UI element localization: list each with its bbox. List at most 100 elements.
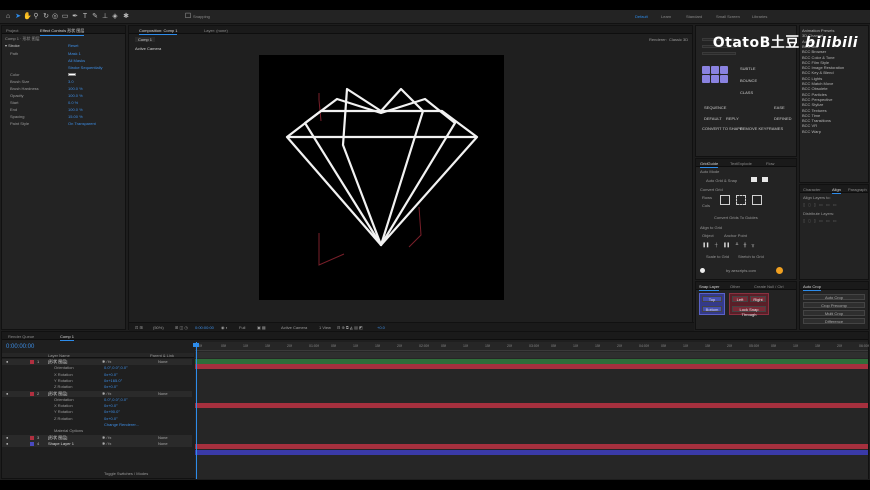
- camera-tool-icon[interactable]: ◎: [51, 13, 59, 21]
- property-value[interactable]: 0x+165.0°: [104, 378, 122, 384]
- align-icons-row[interactable]: ▯ ▯ ▯ ▭ ▭ ▭: [803, 202, 838, 207]
- effect-property-value[interactable]: 100.0 %: [68, 93, 83, 98]
- layer-label-color[interactable]: [30, 391, 34, 396]
- layer-switches-icon[interactable]: ✱ ⁄ fx: [102, 441, 111, 447]
- hand-tool-icon[interactable]: ✋: [23, 13, 32, 21]
- tab-layer[interactable]: Layer: (none): [204, 28, 228, 33]
- effect-property-row[interactable]: Brush Size 3.0: [10, 79, 120, 84]
- snapping-checkbox-icon[interactable]: ☐: [184, 13, 192, 21]
- layer-switches-icon[interactable]: ✱ ⁄ fx: [102, 391, 111, 397]
- tab-auto-crop[interactable]: Auto Crop: [803, 284, 822, 291]
- eye-icon[interactable]: ●: [6, 391, 8, 397]
- layer-row[interactable]: ● 4 Shape Layer 1 ✱ ⁄ fx None: [2, 440, 192, 447]
- layer-name[interactable]: [形状 图层]: [48, 391, 67, 397]
- effects-list-item[interactable]: BCC Film Style: [802, 60, 829, 65]
- effect-property-row[interactable]: Start 0.0 %: [10, 100, 120, 105]
- tab-composition[interactable]: Composition: Comp 1: [139, 28, 178, 35]
- effect-property-row[interactable]: Brush Hardness 100.0 %: [10, 86, 120, 91]
- tab-snap-layer[interactable]: Snap Layer: [699, 284, 720, 291]
- tab-gridguide[interactable]: GridGuide: [700, 161, 719, 168]
- effect-property-row[interactable]: Stroke Sequentially: [10, 65, 120, 70]
- effect-property-row[interactable]: All Masks: [10, 58, 120, 63]
- eraser-tool-icon[interactable]: ◈: [111, 13, 119, 21]
- effect-property-value[interactable]: 100.0 %: [68, 107, 83, 112]
- effects-list-item[interactable]: BCC Key & Blend: [802, 70, 834, 75]
- distribute-icons-row[interactable]: ▯ ▯ ▯ ▭ ▭ ▭: [803, 218, 838, 223]
- layer-property-row[interactable]: Y Rotation 0x+90.0°: [2, 409, 192, 415]
- comp-viewer-canvas[interactable]: [259, 55, 504, 300]
- comp-subtab[interactable]: Comp 1: [135, 37, 156, 42]
- pen-tool-icon[interactable]: ✒: [71, 13, 79, 21]
- property-value[interactable]: Change Renderer...: [104, 422, 139, 428]
- effect-property-row[interactable]: Path Mask 1: [10, 51, 120, 56]
- layer-track-bar[interactable]: [195, 444, 868, 449]
- effects-list-item[interactable]: BCC Warp: [802, 129, 821, 134]
- tab-render-queue[interactable]: Render Queue: [8, 334, 34, 339]
- multi-crop-button[interactable]: Multi Crop: [803, 310, 865, 316]
- tab-character[interactable]: Character: [803, 187, 821, 192]
- tab-other[interactable]: Other: [730, 284, 740, 289]
- object-radio[interactable]: Object: [702, 233, 714, 238]
- property-value[interactable]: 0x+90.0°: [104, 409, 120, 415]
- tab-paragraph[interactable]: Paragraph: [848, 187, 867, 192]
- camera-select[interactable]: Active Camera: [281, 325, 307, 330]
- effect-property-row[interactable]: Spacing 15.00 %: [10, 114, 120, 119]
- magnification-icon[interactable]: ⊡ ⊞: [135, 325, 143, 330]
- effect-property-row[interactable]: Opacity 100.0 %: [10, 93, 120, 98]
- snap-bottom-button[interactable]: Bottom: [702, 306, 722, 312]
- layer-row[interactable]: ● 1 [形状 图层] ✱ ⁄ fx None: [2, 359, 192, 365]
- property-value[interactable]: 0x+0.0°: [104, 416, 118, 422]
- transparency-icon[interactable]: ▣ ▦: [257, 325, 266, 330]
- tab-comp-1-timeline[interactable]: Comp 1: [60, 334, 75, 341]
- zoom-level[interactable]: (50%): [153, 325, 164, 330]
- eye-icon[interactable]: ●: [6, 435, 8, 441]
- layer-parent[interactable]: None: [158, 435, 168, 441]
- layer-parent[interactable]: None: [158, 441, 168, 447]
- effect-property-row[interactable]: End 100.0 %: [10, 107, 120, 112]
- property-value[interactable]: 0x+0.0°: [104, 372, 118, 378]
- stretch-to-grid-button[interactable]: Stretch to Grid: [738, 254, 764, 259]
- effects-list-item[interactable]: BCC Image Restoration: [802, 65, 844, 70]
- property-value[interactable]: 0.0°,0.0°,0.0°: [104, 397, 128, 403]
- flow-preset-2[interactable]: [711, 66, 719, 74]
- flow-slider-3[interactable]: [702, 52, 736, 55]
- tab-effect-controls[interactable]: Effect Controls 形状 图层: [40, 28, 85, 36]
- color-swatch[interactable]: [68, 73, 76, 76]
- rotate-tool-icon[interactable]: ↻: [42, 13, 50, 21]
- effects-list-item[interactable]: BCC Obsolete: [802, 86, 828, 91]
- convert-to-shape-button[interactable]: CONVERT TO SHAPE: [702, 126, 743, 131]
- puppet-tool-icon[interactable]: ✱: [122, 13, 130, 21]
- tab-flow[interactable]: Flow: [766, 161, 774, 166]
- layer-label-color[interactable]: [30, 435, 34, 440]
- property-value[interactable]: 0.0°,0.0°,0.0°: [104, 365, 128, 371]
- effect-property-value[interactable]: 3.0: [68, 79, 74, 84]
- layer-parent[interactable]: None: [158, 391, 168, 397]
- layer-switches-icon[interactable]: ✱ ⁄ fx: [102, 435, 111, 441]
- snap-right-button[interactable]: Right: [750, 296, 766, 302]
- layer-parent[interactable]: None: [158, 359, 168, 365]
- snap-through-button[interactable]: Lock Snap Through: [732, 306, 766, 317]
- align-buttons-icons[interactable]: ▐▌ ┼ ▐▌ ╨ ╫ ╥: [702, 242, 756, 247]
- tab-align[interactable]: Align: [832, 187, 841, 194]
- layer-name[interactable]: Shape Layer 1: [48, 441, 74, 447]
- auto-crop-button[interactable]: Auto Crop: [803, 294, 865, 300]
- workspace-learn[interactable]: Learn: [661, 14, 671, 19]
- layer-name[interactable]: [形状 图层]: [48, 359, 67, 365]
- grid-snap-icon-1[interactable]: [751, 177, 757, 182]
- scale-to-grid-button[interactable]: Scale to Grid: [706, 254, 729, 259]
- workspace-standard[interactable]: Standard: [686, 14, 702, 19]
- effects-list-item[interactable]: BCC Transitions: [802, 118, 831, 123]
- auto-grid-snap-label[interactable]: Auto Grid & Snap: [706, 178, 737, 183]
- rectangle-tool-icon[interactable]: ▭: [61, 13, 69, 21]
- flow-preset-6[interactable]: [720, 75, 728, 83]
- layer-property-row[interactable]: X Rotation 0x+0.0°: [2, 403, 192, 409]
- time-ruler[interactable]: 0f 05f 10f 15f 20f 01:00f 05f 10f 15f 20f 02:00f 05…: [195, 344, 869, 351]
- layer-label-color[interactable]: [30, 441, 34, 446]
- snap-anchor-box[interactable]: Top Bottom: [699, 293, 725, 315]
- playhead[interactable]: [196, 342, 197, 479]
- effect-property-value[interactable]: 100.0 %: [68, 86, 83, 91]
- reset-link[interactable]: Reset: [68, 43, 78, 48]
- effects-list-item[interactable]: BCC Textures: [802, 108, 827, 113]
- layer-track-bar[interactable]: [195, 403, 868, 408]
- layer-property-row[interactable]: Z Rotation 0x+0.0°: [2, 416, 192, 422]
